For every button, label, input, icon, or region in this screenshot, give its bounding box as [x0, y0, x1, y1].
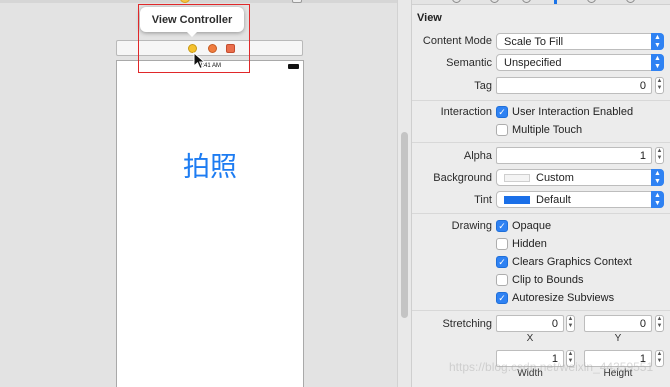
clears-graphics-context-label: Clears Graphics Context — [512, 256, 632, 268]
layout-icon[interactable] — [292, 0, 302, 3]
stretching-label: Stretching — [442, 318, 492, 330]
stretching-y-value: 0 — [639, 318, 646, 330]
divider — [412, 310, 670, 311]
autoresize-subviews-label: Autoresize Subviews — [512, 292, 615, 304]
semantic-popup[interactable]: Unspecified ▲ ▼ — [496, 54, 664, 71]
stretching-x-value: 0 — [551, 318, 558, 330]
alpha-stepper[interactable]: ▲ ▼ — [655, 147, 664, 164]
inspector-tab-bar — [412, 0, 670, 5]
semantic-label: Semantic — [446, 57, 492, 69]
mouse-cursor-icon — [193, 52, 206, 70]
content-mode-popup[interactable]: Scale To Fill ▲ ▼ — [496, 33, 664, 50]
content-mode-label: Content Mode — [422, 35, 492, 47]
background-label: Background — [433, 172, 492, 184]
opaque-label: Opaque — [512, 220, 552, 232]
multiple-touch-label: Multiple Touch — [512, 124, 583, 136]
hidden-checkbox[interactable] — [496, 238, 508, 250]
autoresize-subviews-checkbox[interactable]: ✓ — [496, 292, 508, 304]
canvas-scrollbar[interactable] — [397, 0, 411, 387]
background-value: Custom — [536, 172, 574, 184]
tag-stepper[interactable]: ▲ ▼ — [655, 77, 664, 94]
user-interaction-label: User Interaction Enabled — [512, 106, 634, 118]
popup-arrows-icon: ▲ ▼ — [651, 191, 664, 208]
opaque-checkbox[interactable]: ✓ — [496, 220, 508, 232]
divider — [412, 213, 670, 214]
background-color-swatch — [504, 174, 530, 182]
file-inspector-icon[interactable] — [452, 0, 461, 3]
tag-field[interactable]: 0 — [496, 77, 652, 94]
stretching-y-stepper[interactable]: ▲ ▼ — [655, 315, 664, 332]
alpha-label: Alpha — [463, 150, 492, 162]
tint-color-swatch — [504, 196, 530, 204]
attributes-inspector: View Content Mode Scale To Fill ▲ ▼ Seman… — [411, 0, 670, 387]
popup-arrows-icon: ▲ ▼ — [651, 33, 664, 50]
multiple-touch-checkbox[interactable] — [496, 124, 508, 136]
tag-label: Tag — [474, 80, 492, 92]
x-sublabel: X — [526, 333, 534, 344]
clears-graphics-context-checkbox[interactable]: ✓ — [496, 256, 508, 268]
background-popup[interactable]: Custom ▲ ▼ — [496, 169, 664, 186]
clip-to-bounds-checkbox[interactable] — [496, 274, 508, 286]
popup-arrows-icon: ▲ ▼ — [651, 54, 664, 71]
divider — [412, 100, 670, 101]
popup-arrows-icon: ▲ ▼ — [651, 169, 664, 186]
photo-label[interactable]: 拍照 — [117, 145, 303, 184]
tint-popup[interactable]: Default ▲ ▼ — [496, 191, 664, 208]
alpha-value: 1 — [639, 150, 646, 162]
warning-icon[interactable] — [180, 0, 190, 3]
stretching-y-field[interactable]: 0 — [584, 315, 652, 332]
hidden-label: Hidden — [512, 238, 547, 250]
alpha-field[interactable]: 1 — [496, 147, 652, 164]
section-title: View — [417, 12, 442, 24]
drawing-label: Drawing — [451, 220, 492, 232]
content-mode-value: Scale To Fill — [504, 36, 564, 48]
user-interaction-checkbox[interactable]: ✓ — [496, 106, 508, 118]
scrollbar-thumb[interactable] — [401, 132, 408, 318]
history-inspector-icon[interactable] — [490, 0, 499, 3]
watermark: https://blog.csdn.net/weixin_44359551 — [449, 360, 654, 374]
semantic-value: Unspecified — [504, 57, 562, 69]
size-inspector-icon[interactable] — [587, 0, 596, 3]
stretching-x-stepper[interactable]: ▲ ▼ — [566, 315, 575, 332]
clip-to-bounds-label: Clip to Bounds — [512, 274, 584, 286]
tag-value: 0 — [639, 80, 646, 92]
canvas-top-edge — [0, 0, 398, 3]
tint-value: Default — [536, 194, 571, 206]
iphone-scene[interactable]: 9:41 AM 拍照 — [116, 60, 304, 387]
help-inspector-icon[interactable] — [522, 0, 531, 3]
battery-icon — [288, 64, 299, 69]
connections-inspector-icon[interactable] — [626, 0, 635, 3]
stretching-x-field[interactable]: 0 — [496, 315, 564, 332]
divider — [412, 142, 670, 143]
attributes-inspector-icon[interactable] — [554, 0, 557, 4]
interaction-label: Interaction — [440, 106, 492, 118]
tint-label: Tint — [474, 194, 492, 206]
stretching-height-stepper[interactable]: ▲ ▼ — [655, 350, 664, 367]
y-sublabel: Y — [614, 333, 622, 344]
storyboard-canvas[interactable]: 9:41 AM 拍照 View Controller — [0, 0, 398, 387]
